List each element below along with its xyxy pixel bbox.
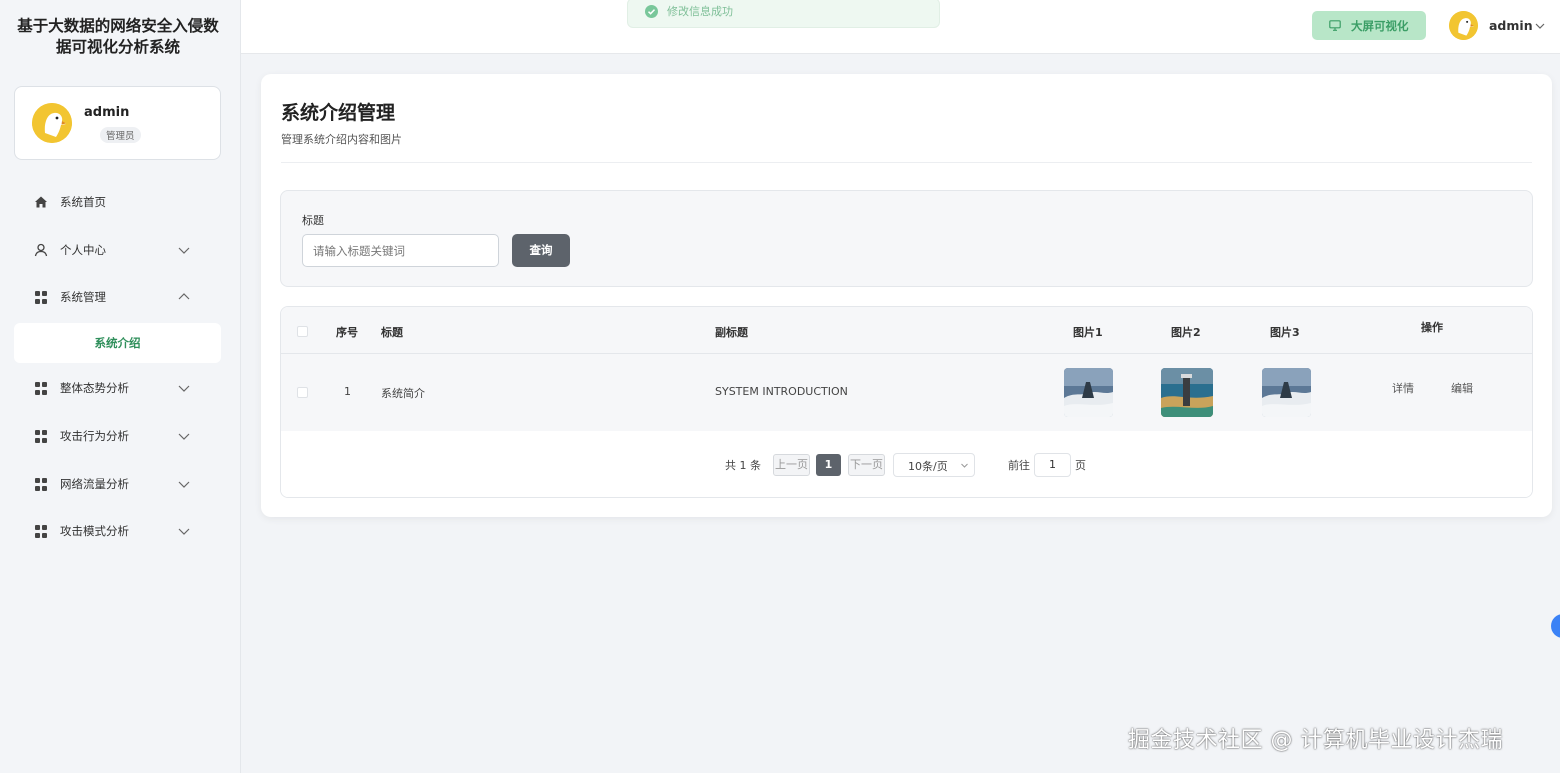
search-input[interactable] bbox=[302, 234, 499, 267]
sidebar-item-profile[interactable]: 个人中心 bbox=[14, 230, 221, 270]
user-role-badge: 管理员 bbox=[100, 127, 141, 143]
sidebar-item-network-traffic[interactable]: 网络流量分析 bbox=[14, 464, 221, 504]
bigscreen-label: 大屏可视化 bbox=[1351, 19, 1409, 33]
pagination: 共 1 条 上一页 1 下一页 10条/页 前往 1 页 bbox=[281, 431, 1532, 497]
sidebar-item-label: 系统首页 bbox=[60, 195, 106, 209]
next-page-button[interactable]: 下一页 bbox=[848, 454, 885, 476]
user-card: admin 管理员 bbox=[14, 86, 221, 160]
column-header: 图片2 bbox=[1171, 326, 1201, 339]
sidebar-item-label: 攻击行为分析 bbox=[60, 429, 129, 443]
row-title: 系统简介 bbox=[381, 387, 425, 400]
sidebar-item-attack-behavior[interactable]: 攻击行为分析 bbox=[14, 416, 221, 456]
prev-page-button[interactable]: 上一页 bbox=[773, 454, 810, 476]
bigscreen-button[interactable]: 大屏可视化 bbox=[1312, 11, 1426, 40]
watermark: 掘金技术社区 @ 计算机毕业设计杰瑞 bbox=[1128, 728, 1503, 753]
avatar bbox=[1449, 11, 1478, 40]
chevron-down-icon bbox=[178, 528, 190, 535]
app-title: 基于大数据的网络安全入侵数据可视化分析系统 bbox=[17, 17, 219, 56]
grid-icon bbox=[35, 291, 49, 305]
page-size-select[interactable]: 10条/页 bbox=[893, 453, 975, 477]
image-thumbnail[interactable] bbox=[1064, 368, 1113, 417]
user-name: admin bbox=[84, 105, 130, 120]
chevron-down-icon bbox=[1535, 23, 1545, 29]
column-header: 标题 bbox=[381, 326, 403, 339]
user-icon bbox=[34, 243, 48, 257]
monitor-icon bbox=[1329, 20, 1341, 31]
page-suffix: 页 bbox=[1075, 459, 1086, 472]
grid-icon bbox=[35, 478, 49, 492]
page-title: 系统介绍管理 bbox=[281, 102, 396, 124]
chevron-down-icon bbox=[178, 385, 190, 392]
sidebar-item-overall-analysis[interactable]: 整体态势分析 bbox=[14, 368, 221, 408]
search-panel: 标题 查询 bbox=[280, 190, 1533, 287]
image-thumbnail[interactable] bbox=[1262, 368, 1311, 417]
table-row: 1 系统简介 SYSTEM INTRODUCTION 详情 编辑 bbox=[281, 354, 1532, 431]
column-header: 副标题 bbox=[715, 326, 748, 339]
column-header: 图片1 bbox=[1073, 326, 1103, 339]
chevron-down-icon bbox=[178, 481, 190, 488]
grid-icon bbox=[35, 525, 49, 539]
avatar bbox=[32, 103, 72, 143]
sidebar-item-label: 网络流量分析 bbox=[60, 477, 129, 491]
detail-link[interactable]: 详情 bbox=[1392, 380, 1414, 396]
query-button[interactable]: 查询 bbox=[512, 234, 570, 267]
sidebar-item-system-intro[interactable]: 系统介绍 bbox=[14, 323, 221, 363]
header-user-name: admin bbox=[1489, 18, 1533, 33]
row-checkbox[interactable] bbox=[297, 387, 308, 398]
sidebar-item-label: 整体态势分析 bbox=[60, 381, 129, 395]
image-thumbnail[interactable] bbox=[1161, 368, 1213, 417]
content-card: 系统介绍管理 管理系统介绍内容和图片 标题 查询 序号 标题 副标题 图片1 图… bbox=[261, 74, 1552, 517]
sidebar-item-attack-pattern[interactable]: 攻击模式分析 bbox=[14, 511, 221, 551]
goto-label: 前往 bbox=[1008, 459, 1030, 472]
goto-page-input[interactable]: 1 bbox=[1034, 453, 1071, 477]
row-index: 1 bbox=[344, 385, 351, 398]
column-header: 图片3 bbox=[1270, 326, 1300, 339]
page-subtitle: 管理系统介绍内容和图片 bbox=[281, 133, 402, 146]
search-label: 标题 bbox=[302, 214, 324, 227]
chevron-up-icon bbox=[178, 293, 190, 300]
success-toast: 修改信息成功 bbox=[627, 0, 940, 28]
home-icon bbox=[35, 196, 47, 208]
sidebar: 基于大数据的网络安全入侵数据可视化分析系统 admin 管理员 系统首页 个人中… bbox=[0, 0, 241, 773]
check-circle-icon bbox=[645, 5, 658, 18]
pagination-total: 共 1 条 bbox=[725, 459, 761, 472]
chevron-down-icon bbox=[961, 463, 968, 468]
sidebar-item-system[interactable]: 系统管理 bbox=[14, 277, 221, 317]
sidebar-item-label: 个人中心 bbox=[60, 243, 106, 257]
sidebar-item-label: 攻击模式分析 bbox=[60, 524, 129, 538]
grid-icon bbox=[35, 382, 49, 396]
chevron-down-icon bbox=[178, 247, 190, 254]
column-header: 序号 bbox=[336, 326, 358, 339]
divider bbox=[281, 162, 1532, 163]
toast-message: 修改信息成功 bbox=[667, 5, 733, 18]
table-header: 序号 标题 副标题 图片1 图片2 图片3 操作 bbox=[281, 307, 1532, 354]
select-all-checkbox[interactable] bbox=[297, 326, 308, 337]
data-table: 序号 标题 副标题 图片1 图片2 图片3 操作 1 系统简介 SYSTEM I… bbox=[280, 306, 1533, 498]
sidebar-item-label: 系统管理 bbox=[60, 290, 106, 304]
column-header: 操作 bbox=[1421, 321, 1443, 334]
page-size-value: 10条/页 bbox=[908, 460, 948, 473]
sidebar-item-home[interactable]: 系统首页 bbox=[14, 182, 221, 222]
page-number-current[interactable]: 1 bbox=[816, 454, 841, 476]
edit-link[interactable]: 编辑 bbox=[1451, 380, 1473, 396]
grid-icon bbox=[35, 430, 49, 444]
floating-action-button[interactable] bbox=[1551, 614, 1560, 638]
chevron-down-icon bbox=[178, 433, 190, 440]
row-subtitle: SYSTEM INTRODUCTION bbox=[715, 385, 848, 398]
header-user-menu[interactable]: admin bbox=[1449, 11, 1549, 41]
